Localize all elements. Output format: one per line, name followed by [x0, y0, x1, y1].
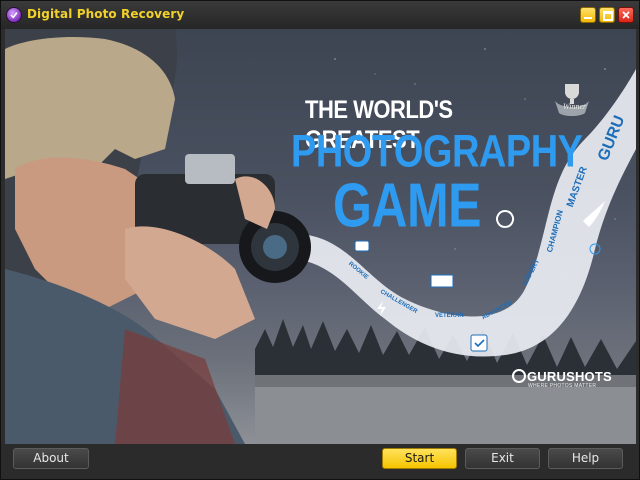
start-button[interactable]: Start — [382, 448, 457, 469]
window-title: Digital Photo Recovery — [27, 7, 185, 21]
headline-line-3: GAME — [333, 170, 482, 241]
brand-tagline: WHERE PHOTOS MATTER — [528, 383, 597, 389]
exit-button[interactable]: Exit — [465, 448, 540, 469]
close-icon[interactable] — [618, 7, 634, 23]
promo-banner[interactable]: THE WORLD'S GREATEST PHOTOGRAPHY GAME Wi… — [5, 29, 636, 444]
maximize-icon[interactable] — [599, 7, 615, 23]
button-bar: About Start Exit Help — [1, 444, 639, 479]
help-button[interactable]: Help — [548, 448, 623, 469]
app-shield-icon[interactable] — [7, 8, 21, 22]
trophy-badge-text: Winner — [563, 102, 587, 111]
gurushots-logo-icon — [512, 369, 526, 383]
brand-name: GURUSHOTS — [527, 369, 612, 384]
app-window: Digital Photo Recovery THE WORLD'S GREAT… — [0, 0, 640, 480]
minimize-icon[interactable] — [580, 7, 596, 23]
about-button[interactable]: About — [13, 448, 89, 469]
level-label: VETERAN — [435, 313, 464, 319]
title-bar[interactable]: Digital Photo Recovery — [1, 1, 639, 29]
